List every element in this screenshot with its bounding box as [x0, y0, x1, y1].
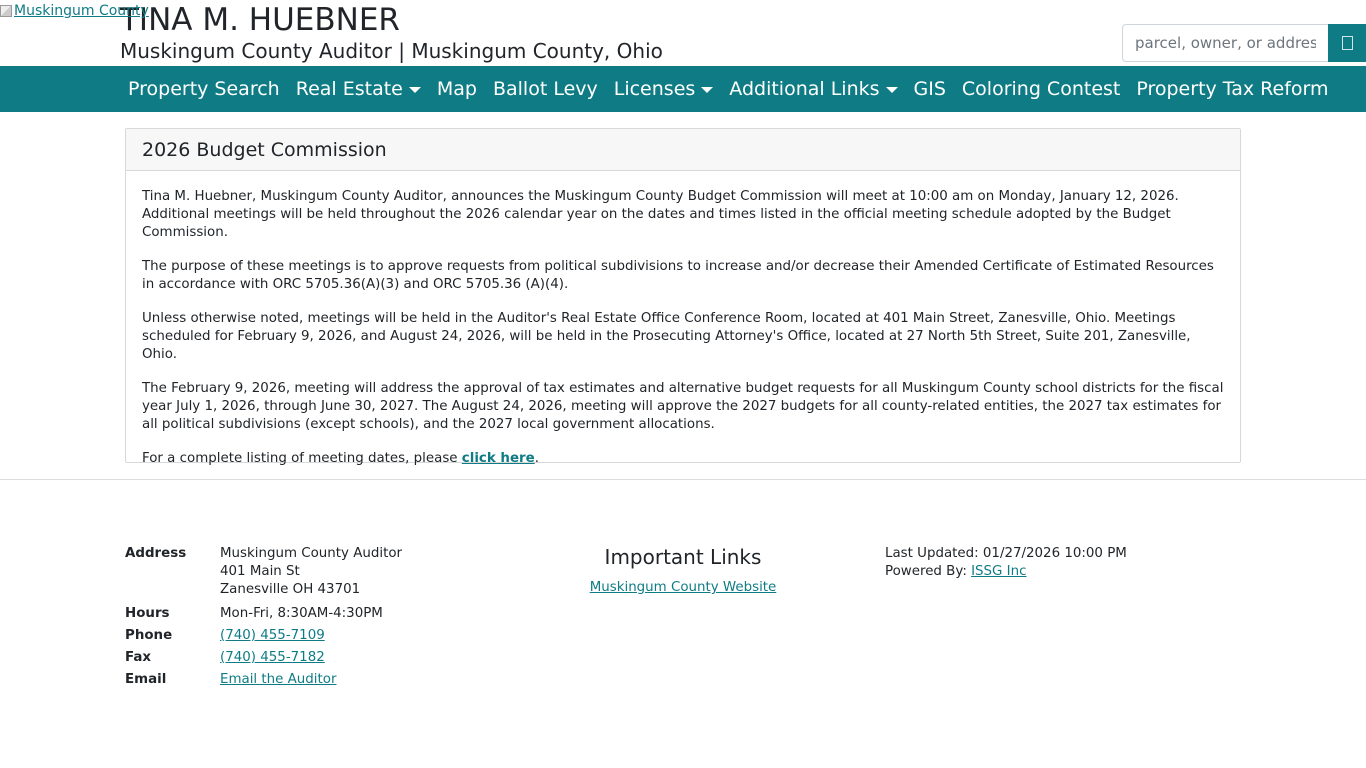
site-title: TINA M. HUEBNER — [120, 2, 400, 38]
nav-item-label: Licenses — [613, 78, 696, 100]
click-here-link[interactable]: click here — [462, 451, 535, 466]
nav-item-label: Coloring Contest — [961, 78, 1121, 100]
phone-link[interactable]: (740) 455-7109 — [220, 625, 325, 647]
email-label: Email — [125, 672, 167, 687]
nav-item-label: Ballot Levy — [492, 78, 598, 100]
fax-row: Fax (740) 455-7182 — [125, 647, 402, 669]
listing-suffix: . — [534, 451, 539, 466]
nav-item-label: Map — [436, 78, 477, 100]
update-info: Last Updated: 01/27/2026 10:00 PM Powere… — [885, 545, 1127, 581]
card-title: 2026 Budget Commission — [126, 129, 1240, 171]
address-line: Zanesville OH 43701 — [220, 582, 361, 597]
nav-item-additional-links[interactable]: Additional Links — [721, 66, 905, 112]
nav-item-label: Real Estate — [295, 78, 403, 100]
search-icon — [1341, 36, 1353, 50]
important-links: Important Links Muskingum County Website — [583, 544, 783, 595]
email-link[interactable]: Email the Auditor — [220, 669, 336, 691]
budget-commission-card: 2026 Budget Commission Tina M. Huebner, … — [125, 128, 1241, 466]
nav-item-gis[interactable]: GIS — [906, 66, 954, 112]
logo-alt-text: Muskingum County — [14, 3, 149, 19]
paragraph: Tina M. Huebner, Muskingum County Audito… — [142, 189, 1179, 240]
fax-label: Fax — [125, 650, 152, 665]
listing-paragraph: For a complete listing of meeting dates,… — [142, 450, 1224, 468]
address-row: Address Muskingum County Auditor 401 Mai… — [125, 545, 402, 599]
address-line: 401 Main St — [220, 564, 300, 579]
county-logo-link[interactable]: Muskingum County — [0, 3, 149, 19]
county-website-link[interactable]: Muskingum County Website — [590, 580, 777, 595]
caret-down-icon — [701, 87, 714, 93]
phone-row: Phone (740) 455-7109 — [125, 625, 402, 647]
powered-by-label: Powered By: — [885, 564, 972, 579]
nav-item-coloring-contest[interactable]: Coloring Contest — [954, 66, 1128, 112]
nav-item-ballot-levy[interactable]: Ballot Levy — [485, 66, 606, 112]
fax-link[interactable]: (740) 455-7182 — [220, 647, 325, 669]
nav-item-label: GIS — [913, 78, 946, 100]
footer-divider — [0, 479, 1366, 480]
caret-down-icon — [885, 87, 898, 93]
nav-item-map[interactable]: Map — [429, 66, 485, 112]
nav-item-label: Additional Links — [729, 78, 880, 100]
caret-down-icon — [408, 87, 421, 93]
main-nav: Property Search Real Estate Map Ballot L… — [0, 66, 1366, 112]
hours-label: Hours — [125, 606, 170, 621]
last-updated: Last Updated: 01/27/2026 10:00 PM — [885, 546, 1127, 561]
nav-item-licenses[interactable]: Licenses — [606, 66, 722, 112]
issg-link[interactable]: ISSG Inc — [971, 564, 1026, 579]
nav-item-property-tax-reform[interactable]: Property Tax Reform — [1128, 66, 1336, 112]
search-button[interactable] — [1328, 24, 1366, 62]
nav-item-real-estate[interactable]: Real Estate — [288, 66, 429, 112]
hours-row: Hours Mon-Fri, 8:30AM-4:30PM — [125, 603, 402, 625]
phone-label: Phone — [125, 628, 173, 643]
card-body: Tina M. Huebner, Muskingum County Audito… — [126, 171, 1240, 468]
paragraph: Unless otherwise noted, meetings will be… — [142, 311, 1191, 362]
footer-contact: Address Muskingum County Auditor 401 Mai… — [125, 545, 402, 691]
address-label: Address — [125, 546, 187, 561]
broken-image-icon — [0, 5, 12, 17]
important-links-title: Important Links — [604, 545, 762, 569]
paragraph: The purpose of these meetings is to appr… — [142, 259, 1214, 292]
address-line: Muskingum County Auditor — [220, 546, 403, 561]
site-subtitle: Muskingum County Auditor | Muskingum Cou… — [120, 39, 663, 63]
site-header: Muskingum County TINA M. HUEBNER Musking… — [0, 0, 1366, 66]
nav-item-label: Property Tax Reform — [1136, 78, 1329, 100]
search-bar — [1122, 24, 1366, 62]
paragraph: The February 9, 2026, meeting will addre… — [142, 381, 1224, 432]
hours-value: Mon-Fri, 8:30AM-4:30PM — [220, 606, 383, 621]
search-input[interactable] — [1122, 24, 1328, 62]
address-value: Muskingum County Auditor 401 Main St Zan… — [220, 545, 402, 599]
powered-by: Powered By: ISSG Inc — [885, 563, 1127, 581]
nav-item-property-search[interactable]: Property Search — [120, 66, 288, 112]
nav-item-label: Property Search — [128, 78, 280, 100]
email-row: Email Email the Auditor — [125, 669, 402, 691]
listing-prefix: For a complete listing of meeting dates,… — [142, 451, 462, 466]
